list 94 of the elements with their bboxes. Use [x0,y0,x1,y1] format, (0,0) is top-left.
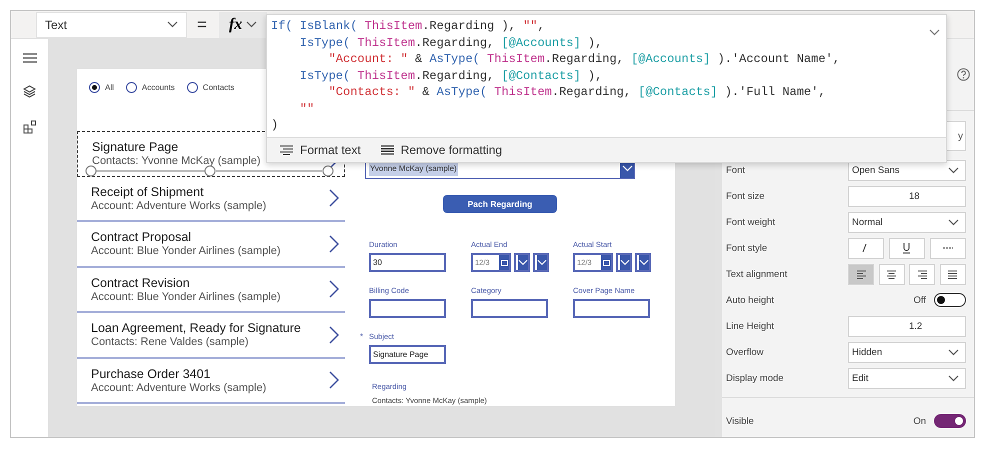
minute-dropdown[interactable] [533,253,549,272]
toolbar-button[interactable]: Remove formatting [380,142,502,157]
fx-button[interactable]: fx [218,12,267,38]
chevron-right-icon[interactable] [329,234,339,253]
code-line: "Contacts: " & AsType( ThisItem.Regarding, [@Contacts] ).'Full Name', [328,84,826,100]
text-input[interactable] [369,299,446,318]
code-line: If( IsBlank( ThisItem.Regarding ), "", [271,18,545,34]
calendar-icon [602,260,610,266]
property-dropdown[interactable]: Edit [848,368,966,388]
property-label: Auto height [726,294,774,306]
align-center-icon [886,268,898,280]
gallery-item[interactable]: Loan Agreement, Ready for Signature Contacts: Rene Valdes (sample) [77,313,345,358]
align-left-icon [856,268,866,280]
required-mark: * [360,332,364,341]
gallery-item[interactable]: Contract Revision Account: Blue Yonder Airlines (sample) [77,268,345,313]
property-label: Font style [726,242,768,254]
toggle-switch[interactable] [934,293,966,307]
property-dropdown[interactable]: Hidden [848,342,966,362]
formula-editor-dialog[interactable] [266,14,947,163]
gallery-item[interactable]: Purchase Order 3401 Account: Adventure Works (sample) [77,358,345,404]
property-label: Font size [726,190,765,202]
align-right-icon [916,268,928,280]
components-icon[interactable] [22,120,36,134]
layers-icon[interactable] [23,85,36,98]
code-line: IsType( ThisItem.Regarding, [@Accounts] ), [298,34,602,51]
property-label: Visible [726,416,754,426]
item-title: Loan Agreement, Ready for Signature [91,321,301,336]
property-label: Overflow [726,346,764,358]
chevron-down-icon [246,21,258,28]
text-input[interactable]: Signature Page [369,345,446,364]
text-input[interactable]: 30 [369,253,446,272]
patch-button[interactable]: Pach Regarding [443,195,557,213]
format-text-icon [280,144,293,155]
help-icon[interactable] [957,68,970,81]
item-title: Signature Page [92,140,178,154]
minute-dropdown[interactable] [635,253,651,272]
align-button[interactable] [909,264,936,284]
chevron-down-icon [167,21,178,28]
hour-dropdown[interactable] [616,253,632,272]
code-line: ) [271,117,278,134]
item-title: Contract Proposal [91,230,192,244]
item-title: Purchase Order 3401 [91,366,211,381]
chevron-down-icon [929,29,940,36]
code-line: "" [298,100,314,117]
chevron-down-icon [948,166,959,174]
chevron-right-icon[interactable] [329,189,339,208]
property-dropdown[interactable]: Text [36,12,187,38]
code-line: "Account: " & AsType( ThisItem.Regarding, [@Accounts] ).'Account Name', [328,51,840,68]
lines-icon [380,144,394,155]
item-subtitle: Account: Adventure Works (sample) [91,200,266,212]
item-subtitle: Account: Adventure Works (sample) [91,382,266,394]
item-subtitle: Account: Blue Yonder Airlines (sample) [91,290,281,303]
item-subtitle: Contacts: Rene Valdes (sample) [91,336,249,348]
text-input[interactable] [573,299,650,318]
property-input[interactable]: 18 [848,186,966,206]
align-button[interactable] [940,264,966,284]
chevron-down-icon [948,374,959,382]
equals-sign: = [197,14,207,34]
code-line: IsType( ThisItem.Regarding, [@Contacts] ), [298,68,602,84]
radio-option[interactable]: Contacts [186,80,234,94]
property-label: Font weight [726,216,776,228]
item-subtitle: Account: Blue Yonder Airlines (sample) [91,245,281,258]
chevron-down-icon [948,348,959,356]
gallery-item[interactable]: Receipt of Shipment Account: Adventure Works (sample) [77,176,345,222]
toggle-switch[interactable] [934,414,966,428]
item-subtitle: Contacts: Yvonne McKay (sample) [92,155,261,168]
align-button[interactable] [848,264,874,284]
property-label: Display mode [726,372,784,384]
property-label: Text alignment [726,268,788,280]
item-title: Receipt of Shipment [91,184,204,199]
align-button[interactable] [878,264,905,284]
toggle-state: Off [914,294,926,306]
calendar-icon [500,260,508,266]
align-justify-icon [947,268,958,280]
underline-icon [901,242,913,254]
chevron-down-icon [622,165,632,172]
radio-option[interactable]: All [89,80,114,94]
chevron-right-icon[interactable] [329,326,339,344]
chevron-right-icon[interactable] [329,280,339,298]
chevron-down-icon [948,218,959,226]
toggle-state: On [913,416,926,426]
gallery-item[interactable]: Contract Proposal Account: Blue Yonder Airlines (sample) [77,222,345,268]
property-input[interactable]: 1.2 [848,316,966,336]
radio-option[interactable]: Accounts [126,80,175,94]
chevron-right-icon[interactable] [329,371,339,390]
property-label: Font [726,164,746,176]
property-dropdown[interactable]: Normal [848,212,966,232]
hour-dropdown[interactable] [514,253,530,272]
text-input[interactable] [471,299,548,318]
property-label: Line Height [726,320,774,332]
selection-handles-drawing[interactable] [84,165,336,177]
item-title: Contract Revision [91,276,190,290]
font-style-button[interactable] [889,238,925,258]
menu-icon[interactable] [22,53,36,63]
